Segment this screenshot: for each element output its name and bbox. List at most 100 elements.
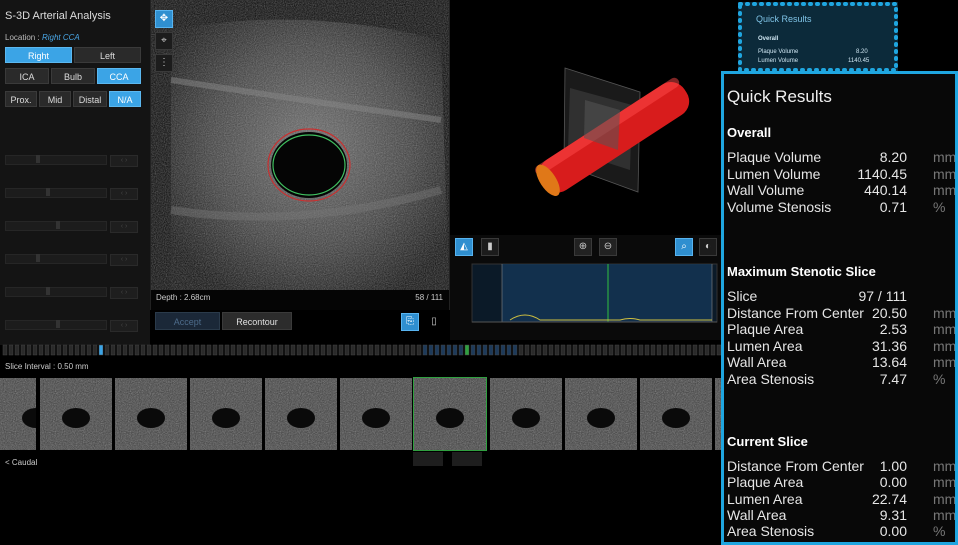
timeline-tick[interactable] [476, 344, 482, 356]
parameter-stepper[interactable]: ‹ › [110, 155, 138, 167]
timeline-tick[interactable] [368, 344, 374, 356]
timeline-tick[interactable] [542, 344, 548, 356]
recontour-button[interactable]: Recontour [222, 312, 292, 330]
slice-thumbnail[interactable] [640, 378, 712, 450]
timeline-tick[interactable] [26, 344, 32, 356]
timeline-tick[interactable] [344, 344, 350, 356]
slider-knob[interactable] [36, 155, 40, 163]
chart-mode-icon[interactable]: ◭ [455, 238, 473, 256]
timeline-tick[interactable] [482, 344, 488, 356]
timeline-tick[interactable] [44, 344, 50, 356]
search-icon[interactable]: ⌕ [675, 238, 693, 256]
timeline-tick[interactable] [284, 344, 290, 356]
slice-thumbnail[interactable] [490, 378, 562, 450]
slice-thumbnail[interactable] [40, 378, 112, 450]
side-right-button[interactable]: Right [5, 47, 72, 63]
timeline-tick[interactable] [104, 344, 110, 356]
segment-bulb-button[interactable]: Bulb [51, 68, 95, 84]
slice-thumbnail[interactable] [340, 378, 412, 450]
timeline-tick[interactable] [128, 344, 134, 356]
timeline-tick[interactable] [428, 344, 434, 356]
timeline-tick[interactable] [290, 344, 296, 356]
parameter-stepper[interactable]: ‹ › [110, 221, 138, 233]
timeline-tick[interactable] [608, 344, 614, 356]
timeline-tick[interactable] [146, 344, 152, 356]
timeline-tick[interactable] [350, 344, 356, 356]
timeline-tick[interactable] [266, 344, 272, 356]
timeline-tick[interactable] [152, 344, 158, 356]
slice-thumbnail[interactable] [0, 378, 36, 450]
parameter-slider[interactable] [5, 320, 107, 330]
parameter-stepper[interactable]: ‹ › [110, 287, 138, 299]
timeline-tick[interactable] [272, 344, 278, 356]
timeline-tick[interactable] [356, 344, 362, 356]
timeline-tick[interactable] [236, 344, 242, 356]
timeline-tick[interactable] [590, 344, 596, 356]
next-slice-button[interactable] [452, 452, 482, 466]
slice-thumbnail[interactable] [265, 378, 337, 450]
position-mid-button[interactable]: Mid [39, 91, 71, 107]
accept-button[interactable]: Accept [155, 312, 220, 330]
timeline-tick[interactable] [410, 344, 416, 356]
timeline-tick[interactable] [134, 344, 140, 356]
timeline-tick[interactable] [176, 344, 182, 356]
timeline-tick[interactable] [446, 344, 452, 356]
timeline-tick[interactable] [62, 344, 68, 356]
zoom-in-icon[interactable]: ⊕ [574, 238, 592, 256]
timeline-tick[interactable] [596, 344, 602, 356]
contour-tool-icon[interactable]: ✥ [155, 10, 173, 28]
position-prox-button[interactable]: Prox. [5, 91, 37, 107]
position-na-button[interactable]: N/A [109, 91, 141, 107]
timeline-tick[interactable] [632, 344, 638, 356]
timeline-tick[interactable] [200, 344, 206, 356]
timeline-tick[interactable] [8, 344, 14, 356]
timeline-tick[interactable] [170, 344, 176, 356]
timeline-tick[interactable] [638, 344, 644, 356]
timeline-tick[interactable] [14, 344, 20, 356]
side-left-button[interactable]: Left [74, 47, 141, 63]
timeline-tick[interactable] [32, 344, 38, 356]
export-icon[interactable]: ⎘ [401, 313, 419, 331]
parameter-slider[interactable] [5, 287, 107, 297]
timeline-tick[interactable] [68, 344, 74, 356]
timeline-tick[interactable] [554, 344, 560, 356]
timeline-tick[interactable] [2, 344, 8, 356]
parameter-slider[interactable] [5, 221, 107, 231]
timeline-tick[interactable] [434, 344, 440, 356]
timeline-tick[interactable] [320, 344, 326, 356]
timeline-tick[interactable] [440, 344, 446, 356]
timeline-tick[interactable] [464, 344, 470, 356]
timeline-tick[interactable] [332, 344, 338, 356]
parameter-stepper[interactable]: ‹ › [110, 188, 138, 200]
timeline-tick[interactable] [308, 344, 314, 356]
timeline-tick[interactable] [578, 344, 584, 356]
timeline-tick[interactable] [296, 344, 302, 356]
timeline-tick[interactable] [398, 344, 404, 356]
timeline-tick[interactable] [242, 344, 248, 356]
segment-cca-button[interactable]: CCA [97, 68, 141, 84]
timeline-tick[interactable] [644, 344, 650, 356]
timeline-tick[interactable] [704, 344, 710, 356]
view-icon[interactable]: ◐ [699, 238, 717, 256]
timeline-tick[interactable] [182, 344, 188, 356]
timeline-tick[interactable] [218, 344, 224, 356]
position-distal-button[interactable]: Distal [73, 91, 107, 107]
parameter-stepper[interactable]: ‹ › [110, 254, 138, 266]
vessel-3d-view[interactable]: ⊕ [450, 0, 725, 235]
slider-knob[interactable] [46, 287, 50, 295]
prev-slice-button[interactable] [413, 452, 443, 466]
slice-thumbnail[interactable] [413, 377, 487, 451]
timeline-tick[interactable] [206, 344, 212, 356]
timeline-tick[interactable] [122, 344, 128, 356]
timeline-tick[interactable] [98, 344, 104, 356]
timeline-tick[interactable] [584, 344, 590, 356]
timeline-tick[interactable] [560, 344, 566, 356]
timeline-tick[interactable] [254, 344, 260, 356]
timeline-tick[interactable] [686, 344, 692, 356]
timeline-tick[interactable] [710, 344, 716, 356]
timeline-tick[interactable] [362, 344, 368, 356]
slider-knob[interactable] [56, 320, 60, 328]
timeline-tick[interactable] [110, 344, 116, 356]
timeline-tick[interactable] [86, 344, 92, 356]
timeline-tick[interactable] [626, 344, 632, 356]
